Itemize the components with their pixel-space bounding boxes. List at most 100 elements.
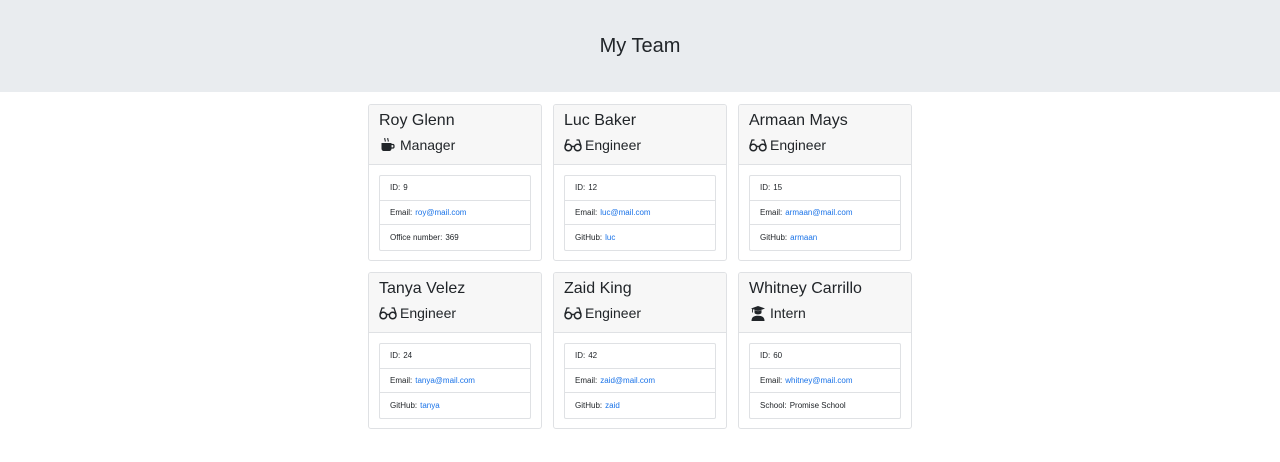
detail-id: ID: 24 — [380, 344, 530, 369]
email-label: Email: — [390, 207, 413, 217]
card-body: ID: 42 Email: zaid@mail.com GitHub: zaid — [554, 333, 726, 419]
employee-role: Engineer — [564, 137, 716, 153]
card-body: ID: 15 Email: armaan@mail.com GitHub: armaan — [739, 165, 911, 251]
id-label: ID: — [390, 351, 401, 361]
github-label: GitHub: — [760, 232, 788, 242]
github-link[interactable]: armaan — [790, 233, 817, 242]
detail-id: ID: 9 — [380, 176, 530, 201]
github-link[interactable]: zaid — [605, 401, 620, 410]
email-link[interactable]: whitney@mail.com — [785, 376, 852, 385]
id-value: 12 — [588, 183, 598, 193]
employee-details: ID: 60 Email: whitney@mail.com School: Promis… — [749, 343, 901, 419]
id-label: ID: — [390, 183, 401, 193]
school-label: School: — [760, 400, 787, 410]
id-value: 42 — [588, 351, 598, 361]
github-label: GitHub: — [575, 400, 603, 410]
card-body: ID: 9 Email: roy@mail.com Office number: 369 — [369, 165, 541, 251]
detail-email: Email: luc@mail.com — [565, 201, 715, 225]
employee-details: ID: 12 Email: luc@mail.com GitHub: luc — [564, 175, 716, 251]
role-label: Engineer — [770, 137, 827, 153]
id-label: ID: — [575, 183, 586, 193]
office-number-value: 369 — [445, 232, 459, 242]
page-header: My Team — [0, 0, 1280, 92]
employee-role: Manager — [379, 137, 531, 153]
employee-name: Tanya Velez — [379, 280, 466, 297]
detail-github: GitHub: tanya — [380, 393, 530, 418]
employee-details: ID: 9 Email: roy@mail.com Office number: 369 — [379, 175, 531, 251]
glasses-icon — [564, 137, 582, 153]
employee-name: Roy Glenn — [379, 112, 455, 129]
role-label: Manager — [400, 137, 456, 153]
office-number-label: Office number: — [390, 232, 443, 242]
detail-email: Email: roy@mail.com — [380, 201, 530, 225]
glasses-icon — [749, 137, 767, 153]
card-body: ID: 12 Email: luc@mail.com GitHub: luc — [554, 165, 726, 251]
detail-github: GitHub: armaan — [750, 225, 900, 250]
id-label: ID: — [760, 351, 771, 361]
id-value: 60 — [773, 351, 783, 361]
email-link[interactable]: armaan@mail.com — [785, 208, 852, 217]
team-grid: Roy Glenn Manager ID: 9 Email: roy@mail.com Of… — [368, 104, 912, 429]
email-link[interactable]: zaid@mail.com — [600, 376, 655, 385]
card-body: ID: 60 Email: whitney@mail.com School: Promis… — [739, 333, 911, 419]
coffee-icon — [379, 137, 397, 153]
employee-role: Intern — [749, 305, 901, 321]
employee-name: Luc Baker — [564, 112, 637, 129]
employee-role: Engineer — [564, 305, 716, 321]
employee-role: Engineer — [749, 137, 901, 153]
employee-name: Armaan Mays — [749, 112, 848, 129]
school-value: Promise School — [789, 400, 846, 410]
email-link[interactable]: tanya@mail.com — [415, 376, 475, 385]
detail-email: Email: armaan@mail.com — [750, 201, 900, 225]
employee-name: Zaid King — [564, 280, 632, 297]
role-label: Intern — [770, 305, 806, 321]
detail-id: ID: 12 — [565, 176, 715, 201]
detail-office-number: Office number: 369 — [380, 225, 530, 250]
github-label: GitHub: — [575, 232, 603, 242]
detail-github: GitHub: zaid — [565, 393, 715, 418]
id-label: ID: — [760, 183, 771, 193]
id-value: 9 — [403, 183, 408, 193]
email-label: Email: — [390, 375, 413, 385]
employee-details: ID: 42 Email: zaid@mail.com GitHub: zaid — [564, 343, 716, 419]
detail-id: ID: 60 — [750, 344, 900, 369]
detail-email: Email: whitney@mail.com — [750, 369, 900, 393]
card-header: Tanya Velez Engineer — [369, 273, 541, 333]
detail-email: Email: zaid@mail.com — [565, 369, 715, 393]
detail-id: ID: 42 — [565, 344, 715, 369]
email-link[interactable]: luc@mail.com — [600, 208, 650, 217]
employee-details: ID: 15 Email: armaan@mail.com GitHub: armaan — [749, 175, 901, 251]
glasses-icon — [564, 305, 582, 321]
role-label: Engineer — [400, 305, 457, 321]
role-label: Engineer — [585, 137, 642, 153]
employee-card-whitney-carrillo: Whitney Carrillo Intern ID: 60 Email: whitney… — [738, 272, 912, 429]
employee-card-luc-baker: Luc Baker Engineer ID: 12 Email: luc@mail.com… — [553, 104, 727, 261]
id-value: 15 — [773, 183, 783, 193]
detail-github: GitHub: luc — [565, 225, 715, 250]
card-header: Whitney Carrillo Intern — [739, 273, 911, 333]
card-header: Luc Baker Engineer — [554, 105, 726, 165]
card-header: Zaid King Engineer — [554, 273, 726, 333]
detail-email: Email: tanya@mail.com — [380, 369, 530, 393]
email-link[interactable]: roy@mail.com — [415, 208, 466, 217]
page-title: My Team — [599, 34, 681, 57]
role-label: Engineer — [585, 305, 642, 321]
employee-card-armaan-mays: Armaan Mays Engineer ID: 15 Email: armaan@mai… — [738, 104, 912, 261]
card-header: Roy Glenn Manager — [369, 105, 541, 165]
detail-id: ID: 15 — [750, 176, 900, 201]
id-label: ID: — [575, 351, 586, 361]
employee-card-zaid-king: Zaid King Engineer ID: 42 Email: zaid@mail.co… — [553, 272, 727, 429]
card-body: ID: 24 Email: tanya@mail.com GitHub: tanya — [369, 333, 541, 419]
id-value: 24 — [403, 351, 413, 361]
github-link[interactable]: tanya — [420, 401, 440, 410]
email-label: Email: — [575, 207, 598, 217]
email-label: Email: — [760, 375, 783, 385]
employee-name: Whitney Carrillo — [749, 280, 862, 297]
glasses-icon — [379, 305, 397, 321]
github-label: GitHub: — [390, 400, 418, 410]
employee-details: ID: 24 Email: tanya@mail.com GitHub: tanya — [379, 343, 531, 419]
employee-card-tanya-velez: Tanya Velez Engineer ID: 24 Email: tanya@mail… — [368, 272, 542, 429]
graduate-icon — [749, 305, 767, 321]
card-header: Armaan Mays Engineer — [739, 105, 911, 165]
github-link[interactable]: luc — [605, 233, 615, 242]
